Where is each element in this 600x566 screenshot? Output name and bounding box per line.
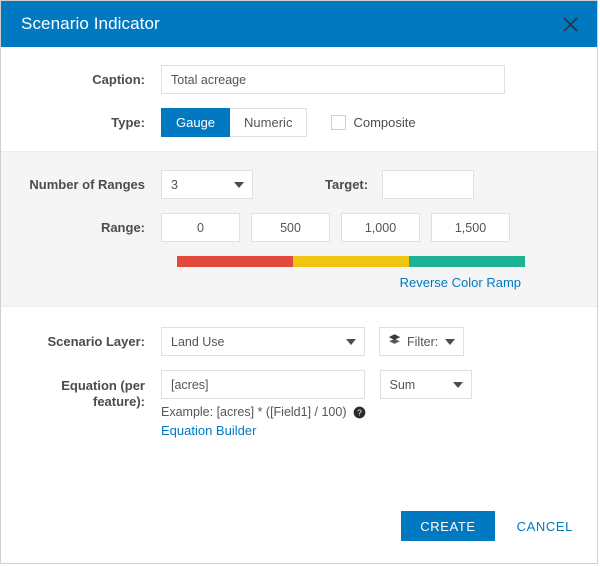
- equation-example: Example: [acres] * ([Field1] / 100) ?: [161, 405, 366, 419]
- aggregation-select[interactable]: Sum: [379, 370, 472, 399]
- caption-row: Caption: Total acreage: [1, 65, 597, 94]
- equation-input[interactable]: [acres]: [161, 370, 365, 399]
- chevron-down-icon: [234, 181, 244, 188]
- type-option-gauge[interactable]: Gauge: [161, 108, 231, 137]
- scenario-layer-row: Scenario Layer: Land Use Filter:: [1, 327, 597, 356]
- filter-label: Filter:: [407, 334, 439, 349]
- range-input-1[interactable]: 500: [251, 213, 330, 242]
- chevron-down-icon: [346, 338, 356, 345]
- equation-builder-row: Equation Builder: [161, 423, 366, 438]
- reverse-color-ramp-row: Reverse Color Ramp: [1, 275, 597, 290]
- equation-label-line1: Equation (per: [61, 378, 145, 393]
- scenario-indicator-dialog: Scenario Indicator Caption: Total acreag…: [0, 0, 598, 564]
- composite-checkbox[interactable]: Composite: [331, 115, 416, 130]
- color-ramp-row: [1, 256, 597, 267]
- type-toggle: Gauge Numeric: [161, 108, 308, 137]
- close-icon[interactable]: [557, 11, 583, 37]
- color-ramp-segment-2: [409, 256, 525, 267]
- ranges-section: Number of Ranges 3 Target: Range: 0 500 …: [1, 151, 597, 307]
- type-option-numeric[interactable]: Numeric: [230, 108, 308, 137]
- range-input-3[interactable]: 1,500: [431, 213, 510, 242]
- chevron-down-icon: [445, 338, 456, 345]
- color-ramp-segment-1: [293, 256, 409, 267]
- svg-text:?: ?: [357, 408, 362, 417]
- color-ramp[interactable]: [177, 256, 525, 267]
- number-of-ranges-label: Number of Ranges: [29, 177, 145, 192]
- dialog-title: Scenario Indicator: [21, 14, 160, 33]
- equation-label: Equation (per feature):: [1, 370, 161, 410]
- cancel-button[interactable]: CANCEL: [517, 519, 573, 534]
- equation-row: Equation (per feature): [acres] Example:…: [1, 370, 597, 438]
- general-section: Caption: Total acreage Type: Gauge Numer…: [1, 47, 597, 151]
- composite-checkbox-box[interactable]: [331, 115, 347, 130]
- data-section: Scenario Layer: Land Use Filter: Equatio…: [1, 307, 597, 452]
- aggregation-value: Sum: [389, 377, 416, 392]
- chevron-down-icon: [452, 381, 463, 388]
- caption-input[interactable]: Total acreage: [161, 65, 505, 94]
- number-of-ranges-row: Number of Ranges 3 Target:: [1, 170, 597, 199]
- equation-label-line2: feature):: [92, 394, 145, 409]
- target-input[interactable]: [382, 170, 475, 199]
- scenario-layer-select[interactable]: Land Use: [161, 327, 365, 356]
- filter-button[interactable]: Filter:: [379, 327, 465, 356]
- number-of-ranges-value: 3: [171, 177, 178, 192]
- layers-icon: [388, 333, 401, 351]
- dialog-titlebar: Scenario Indicator: [1, 1, 597, 47]
- type-label: Type:: [111, 115, 145, 130]
- composite-label: Composite: [353, 115, 416, 130]
- type-row: Type: Gauge Numeric Composite: [1, 108, 597, 137]
- equation-example-text: Example: [acres] * ([Field1] / 100): [161, 405, 347, 419]
- range-label: Range:: [100, 220, 145, 235]
- caption-label: Caption:: [92, 72, 145, 87]
- number-of-ranges-select[interactable]: 3: [161, 170, 253, 199]
- range-inputs: 0 500 1,000 1,500: [161, 213, 510, 242]
- target-label: Target:: [325, 177, 369, 192]
- scenario-layer-label: Scenario Layer:: [47, 334, 145, 349]
- reverse-color-ramp-link[interactable]: Reverse Color Ramp: [400, 275, 521, 290]
- equation-fields: [acres] Example: [acres] * ([Field1] / 1…: [161, 370, 366, 438]
- help-icon[interactable]: ?: [353, 406, 366, 419]
- range-input-2[interactable]: 1,000: [341, 213, 420, 242]
- range-row: Range: 0 500 1,000 1,500: [1, 213, 597, 242]
- dialog-footer: CREATE CANCEL: [1, 511, 597, 563]
- range-input-0[interactable]: 0: [161, 213, 240, 242]
- create-button[interactable]: CREATE: [401, 511, 495, 541]
- color-ramp-segment-0: [177, 256, 293, 267]
- equation-builder-link[interactable]: Equation Builder: [161, 423, 256, 438]
- scenario-layer-value: Land Use: [171, 334, 225, 349]
